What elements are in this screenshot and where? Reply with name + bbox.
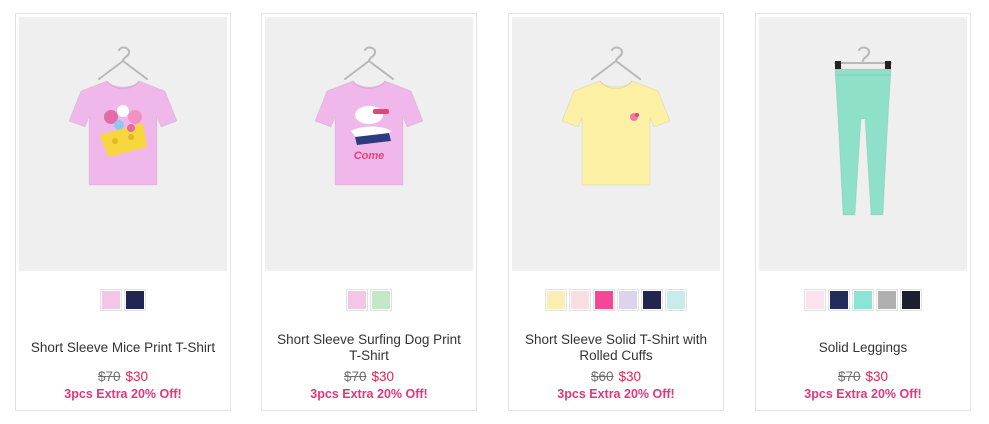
color-swatches bbox=[16, 289, 230, 311]
product-name[interactable]: Short Sleeve Mice Print T-Shirt bbox=[24, 326, 222, 370]
original-price: $70 bbox=[837, 369, 861, 384]
color-swatch[interactable] bbox=[617, 289, 639, 311]
color-swatch[interactable] bbox=[346, 289, 368, 311]
color-swatch[interactable] bbox=[641, 289, 663, 311]
product-image[interactable] bbox=[19, 17, 227, 271]
price-row: $60 $30 bbox=[509, 369, 723, 384]
color-swatch[interactable] bbox=[370, 289, 392, 311]
color-swatches bbox=[509, 289, 723, 311]
original-price: $60 bbox=[590, 369, 614, 384]
promo-text: 3pcs Extra 20% Off! bbox=[310, 387, 428, 401]
color-swatch[interactable] bbox=[804, 289, 826, 311]
promo-text: 3pcs Extra 20% Off! bbox=[64, 387, 182, 401]
price-row: $70 $30 bbox=[756, 369, 970, 384]
price-row: $70 $30 bbox=[16, 369, 230, 384]
product-card[interactable]: Solid Leggings $70 $30 3pcs Extra 20% Off… bbox=[755, 13, 971, 411]
garment-illustration bbox=[19, 17, 227, 271]
sale-price: $30 bbox=[865, 369, 889, 384]
product-grid: Short Sleeve Mice Print T-Shirt $70 $30 3… bbox=[0, 0, 989, 424]
color-swatch[interactable] bbox=[828, 289, 850, 311]
color-swatch[interactable] bbox=[900, 289, 922, 311]
product-card[interactable]: Short Sleeve Solid T-Shirt with Rolled C… bbox=[508, 13, 724, 411]
promo-text: 3pcs Extra 20% Off! bbox=[804, 387, 922, 401]
sale-price: $30 bbox=[371, 369, 395, 384]
price-row: $70 $30 bbox=[262, 369, 476, 384]
product-card[interactable]: Short Sleeve Mice Print T-Shirt $70 $30 3… bbox=[15, 13, 231, 411]
color-swatches bbox=[262, 289, 476, 311]
garment-illustration: Come bbox=[265, 17, 473, 271]
product-image[interactable] bbox=[759, 17, 967, 271]
product-name[interactable]: Short Sleeve Solid T-Shirt with Rolled C… bbox=[517, 326, 715, 370]
color-swatch[interactable] bbox=[124, 289, 146, 311]
product-image[interactable]: Come bbox=[265, 17, 473, 271]
color-swatch[interactable] bbox=[852, 289, 874, 311]
color-swatch[interactable] bbox=[876, 289, 898, 311]
color-swatch[interactable] bbox=[545, 289, 567, 311]
svg-text:Come: Come bbox=[354, 150, 385, 162]
color-swatches bbox=[756, 289, 970, 311]
original-price: $70 bbox=[343, 369, 367, 384]
sale-price: $30 bbox=[125, 369, 149, 384]
color-swatch[interactable] bbox=[569, 289, 591, 311]
color-swatch[interactable] bbox=[100, 289, 122, 311]
product-name[interactable]: Solid Leggings bbox=[764, 326, 962, 370]
garment-illustration bbox=[512, 17, 720, 271]
color-swatch[interactable] bbox=[665, 289, 687, 311]
product-name[interactable]: Short Sleeve Surfing Dog Print T-Shirt bbox=[270, 326, 468, 370]
original-price: $70 bbox=[97, 369, 121, 384]
garment-illustration bbox=[759, 17, 967, 271]
sale-price: $30 bbox=[618, 369, 642, 384]
product-image[interactable] bbox=[512, 17, 720, 271]
color-swatch[interactable] bbox=[593, 289, 615, 311]
promo-text: 3pcs Extra 20% Off! bbox=[557, 387, 675, 401]
product-card[interactable]: Come Short Sleeve Surfing Dog Print T-Sh… bbox=[261, 13, 477, 411]
